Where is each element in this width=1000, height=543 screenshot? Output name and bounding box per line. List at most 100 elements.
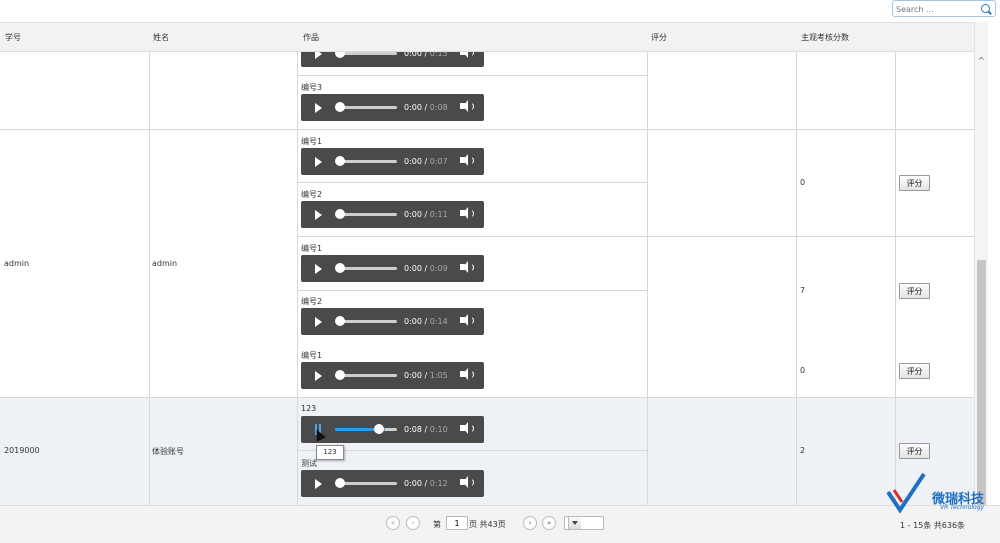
play-icon[interactable] <box>315 210 322 220</box>
student-id: admin <box>4 259 30 268</box>
audio-player[interactable]: 0:00 / 0:14 <box>301 308 484 335</box>
row-highlight <box>0 397 974 505</box>
progress-knob[interactable] <box>335 316 345 326</box>
work-label: 测试 <box>301 459 317 468</box>
time-display: 0:00 / 0:11 <box>404 210 448 219</box>
page-number-input[interactable] <box>446 516 468 530</box>
sub-row-divider <box>298 290 647 291</box>
audio-player[interactable]: 0:00 / 1:05 <box>301 362 484 389</box>
col-divider <box>796 22 797 505</box>
volume-icon[interactable] <box>460 368 474 380</box>
search-box[interactable] <box>892 0 996 17</box>
sub-row-divider <box>298 182 647 183</box>
scrollbar-thumb[interactable] <box>977 260 986 505</box>
col-header-id[interactable]: 学号 <box>5 32 21 43</box>
volume-icon[interactable] <box>460 476 474 488</box>
col-header-score[interactable]: 主观考核分数 <box>801 32 849 43</box>
score-value: 2 <box>800 446 806 455</box>
work-label: 编号2 <box>301 297 323 306</box>
progress-track[interactable] <box>338 213 397 216</box>
volume-icon[interactable] <box>460 100 474 112</box>
rate-button[interactable]: 评分 <box>899 175 930 191</box>
col-header-works[interactable]: 作品 <box>303 32 319 43</box>
progress-track[interactable] <box>335 428 397 431</box>
progress-track[interactable] <box>338 52 397 55</box>
progress-track[interactable] <box>338 160 397 163</box>
score-value: 0 <box>800 178 806 187</box>
audio-player[interactable]: 0:00 / 0:12 <box>301 470 484 497</box>
rate-button[interactable]: 评分 <box>899 283 930 299</box>
play-icon[interactable] <box>315 371 322 381</box>
play-icon[interactable] <box>315 317 322 327</box>
audio-player[interactable]: 0:08 / 0:10 <box>301 416 484 443</box>
time-display: 0:00 / 0:09 <box>404 264 448 273</box>
student-name: 体验账号 <box>152 447 184 456</box>
sub-row-divider <box>298 75 647 76</box>
grid-header: 学号 姓名 作品 评分 主观考核分数 <box>0 22 974 52</box>
time-display: 0:08 / 0:10 <box>404 425 448 434</box>
audio-player[interactable]: 0:00 / 0:09 <box>301 255 484 282</box>
play-icon[interactable] <box>315 103 322 113</box>
col-header-rating[interactable]: 评分 <box>651 32 667 43</box>
student-id: 2019000 <box>4 446 40 455</box>
page-prefix: 第 <box>433 520 441 529</box>
chevron-down-icon[interactable] <box>568 517 581 529</box>
row-divider <box>0 397 974 398</box>
logo-subtext: VR Technology <box>940 504 985 511</box>
page-size-select[interactable]: 15 <box>564 516 604 530</box>
col-divider <box>895 22 896 505</box>
vertical-scrollbar[interactable]: ^ <box>974 22 988 505</box>
company-logo: 微瑞科技 VR Technology <box>884 470 1000 514</box>
volume-icon[interactable] <box>460 314 474 326</box>
progress-knob[interactable] <box>335 478 345 488</box>
search-icon[interactable] <box>981 4 990 13</box>
tooltip: 123 <box>316 445 344 460</box>
time-display: 0:00 / 0:08 <box>404 103 448 112</box>
time-display: 0:00 / 0:14 <box>404 317 448 326</box>
progress-knob[interactable] <box>374 424 384 434</box>
progress-track[interactable] <box>338 267 397 270</box>
next-page-button[interactable]: › <box>523 516 537 530</box>
audio-player[interactable]: 0:00 / 0:07 <box>301 148 484 175</box>
work-label: 编号3 <box>301 83 323 92</box>
progress-track[interactable] <box>338 106 397 109</box>
scroll-up-icon[interactable]: ^ <box>978 56 985 65</box>
work-label: 123 <box>301 404 317 413</box>
record-count: 1 - 15条 共636条 <box>900 521 966 530</box>
progress-knob[interactable] <box>335 370 345 380</box>
volume-icon[interactable] <box>460 154 474 166</box>
work-label: 编号2 <box>301 190 323 199</box>
progress-knob[interactable] <box>335 209 345 219</box>
time-display: 0:00 / 1:05 <box>404 371 448 380</box>
time-display: 0:00 / 0:12 <box>404 479 448 488</box>
volume-icon[interactable] <box>460 207 474 219</box>
work-label: 编号1 <box>301 351 323 360</box>
first-page-button[interactable]: « <box>386 516 400 530</box>
play-icon[interactable] <box>315 264 322 274</box>
data-grid: 学号 姓名 作品 评分 主观考核分数 0:00 / 0:15 编号3 0:00 … <box>0 22 974 505</box>
score-value: 0 <box>800 366 806 375</box>
search-input[interactable] <box>896 3 974 15</box>
volume-icon[interactable] <box>460 422 474 434</box>
last-page-button[interactable]: » <box>542 516 556 530</box>
progress-track[interactable] <box>338 374 397 377</box>
progress-track[interactable] <box>338 320 397 323</box>
audio-player[interactable]: 0:00 / 0:08 <box>301 94 484 121</box>
progress-track[interactable] <box>338 482 397 485</box>
score-value: 7 <box>800 286 806 295</box>
rate-button[interactable]: 评分 <box>899 443 930 459</box>
prev-page-button[interactable]: ‹ <box>406 516 420 530</box>
progress-knob[interactable] <box>335 102 345 112</box>
rate-button[interactable]: 评分 <box>899 363 930 379</box>
play-icon[interactable] <box>315 157 322 167</box>
play-icon[interactable] <box>315 479 322 489</box>
col-header-name[interactable]: 姓名 <box>153 32 169 43</box>
col-divider <box>297 22 298 505</box>
work-label: 编号1 <box>301 244 323 253</box>
volume-icon[interactable] <box>460 261 474 273</box>
progress-knob[interactable] <box>335 263 345 273</box>
progress-knob[interactable] <box>335 156 345 166</box>
sub-row-divider <box>298 236 974 237</box>
audio-player[interactable]: 0:00 / 0:11 <box>301 201 484 228</box>
col-divider <box>647 22 648 505</box>
